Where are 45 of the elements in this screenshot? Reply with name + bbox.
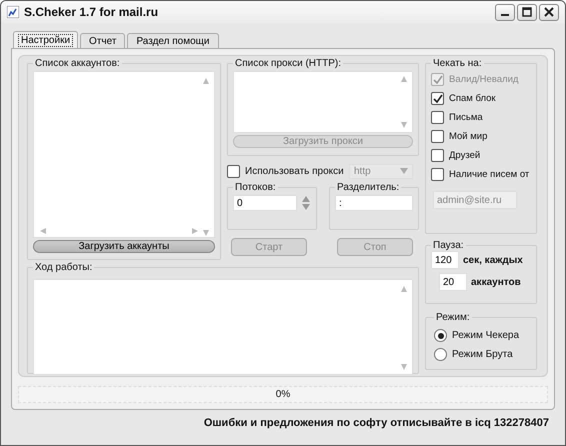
option-checkbox[interactable]: Спам блок xyxy=(431,92,531,105)
checkbox[interactable] xyxy=(431,168,444,181)
minimize-icon xyxy=(501,14,509,16)
checkbox[interactable] xyxy=(431,92,444,105)
option-checkbox[interactable]: Письма xyxy=(431,111,531,124)
maximize-icon xyxy=(522,7,532,17)
load-accounts-button[interactable]: Загрузить аккаунты xyxy=(33,240,215,253)
checkbox[interactable] xyxy=(227,164,240,178)
group-label: Чекать на: xyxy=(432,58,483,69)
group-label: Ход работы: xyxy=(34,262,94,273)
progress-text: 0% xyxy=(276,389,290,400)
option-checkbox[interactable]: Мой мир xyxy=(431,130,531,143)
close-icon xyxy=(544,7,554,17)
checkbox[interactable] xyxy=(431,111,444,124)
radio-button[interactable] xyxy=(434,348,447,361)
separator-field[interactable]: : xyxy=(335,195,413,211)
accounts-field[interactable]: 20 xyxy=(439,273,467,291)
group-label: Потоков: xyxy=(234,182,277,193)
footer-text: Ошибки и предложения по софту отписывайте в icq 132278407 xyxy=(202,416,550,429)
accounts-label: аккаунтов xyxy=(471,276,521,288)
group-label: Список аккаунтов: xyxy=(34,58,121,69)
group-label: Пауза: xyxy=(432,240,465,251)
mode-radio[interactable]: Режим Брута xyxy=(434,348,528,361)
close-button[interactable] xyxy=(539,4,559,20)
maximize-button[interactable] xyxy=(517,4,537,20)
group-label: Режим: xyxy=(435,312,471,323)
use-proxy-checkbox[interactable]: Использовать прокси xyxy=(227,164,344,178)
window-title: S.Cheker 1.7 for mail.ru xyxy=(24,5,158,19)
dropdown-arrow-icon xyxy=(400,168,408,174)
tab[interactable]: Настройки xyxy=(13,31,78,48)
radio-button[interactable] xyxy=(434,329,447,342)
option-checkbox[interactable]: Наличие писем от xyxy=(431,168,531,181)
seconds-label: сек, каждых xyxy=(463,254,523,266)
tab[interactable]: Раздел помощи xyxy=(127,33,218,48)
minimize-button[interactable] xyxy=(495,4,515,20)
threads-field[interactable]: 0 xyxy=(233,195,297,211)
group-label: Список прокси (HTTP): xyxy=(234,58,342,69)
seconds-field[interactable]: 120 xyxy=(431,251,459,269)
checkbox[interactable] xyxy=(431,130,444,143)
option-checkbox[interactable]: Друзей xyxy=(431,149,531,162)
group-label: Разделитель: xyxy=(336,182,400,193)
checkbox[interactable] xyxy=(431,149,444,162)
chart-icon xyxy=(7,6,19,18)
mode-radio[interactable]: Режим Чекера xyxy=(434,329,528,342)
tab[interactable]: Отчет xyxy=(80,33,126,48)
